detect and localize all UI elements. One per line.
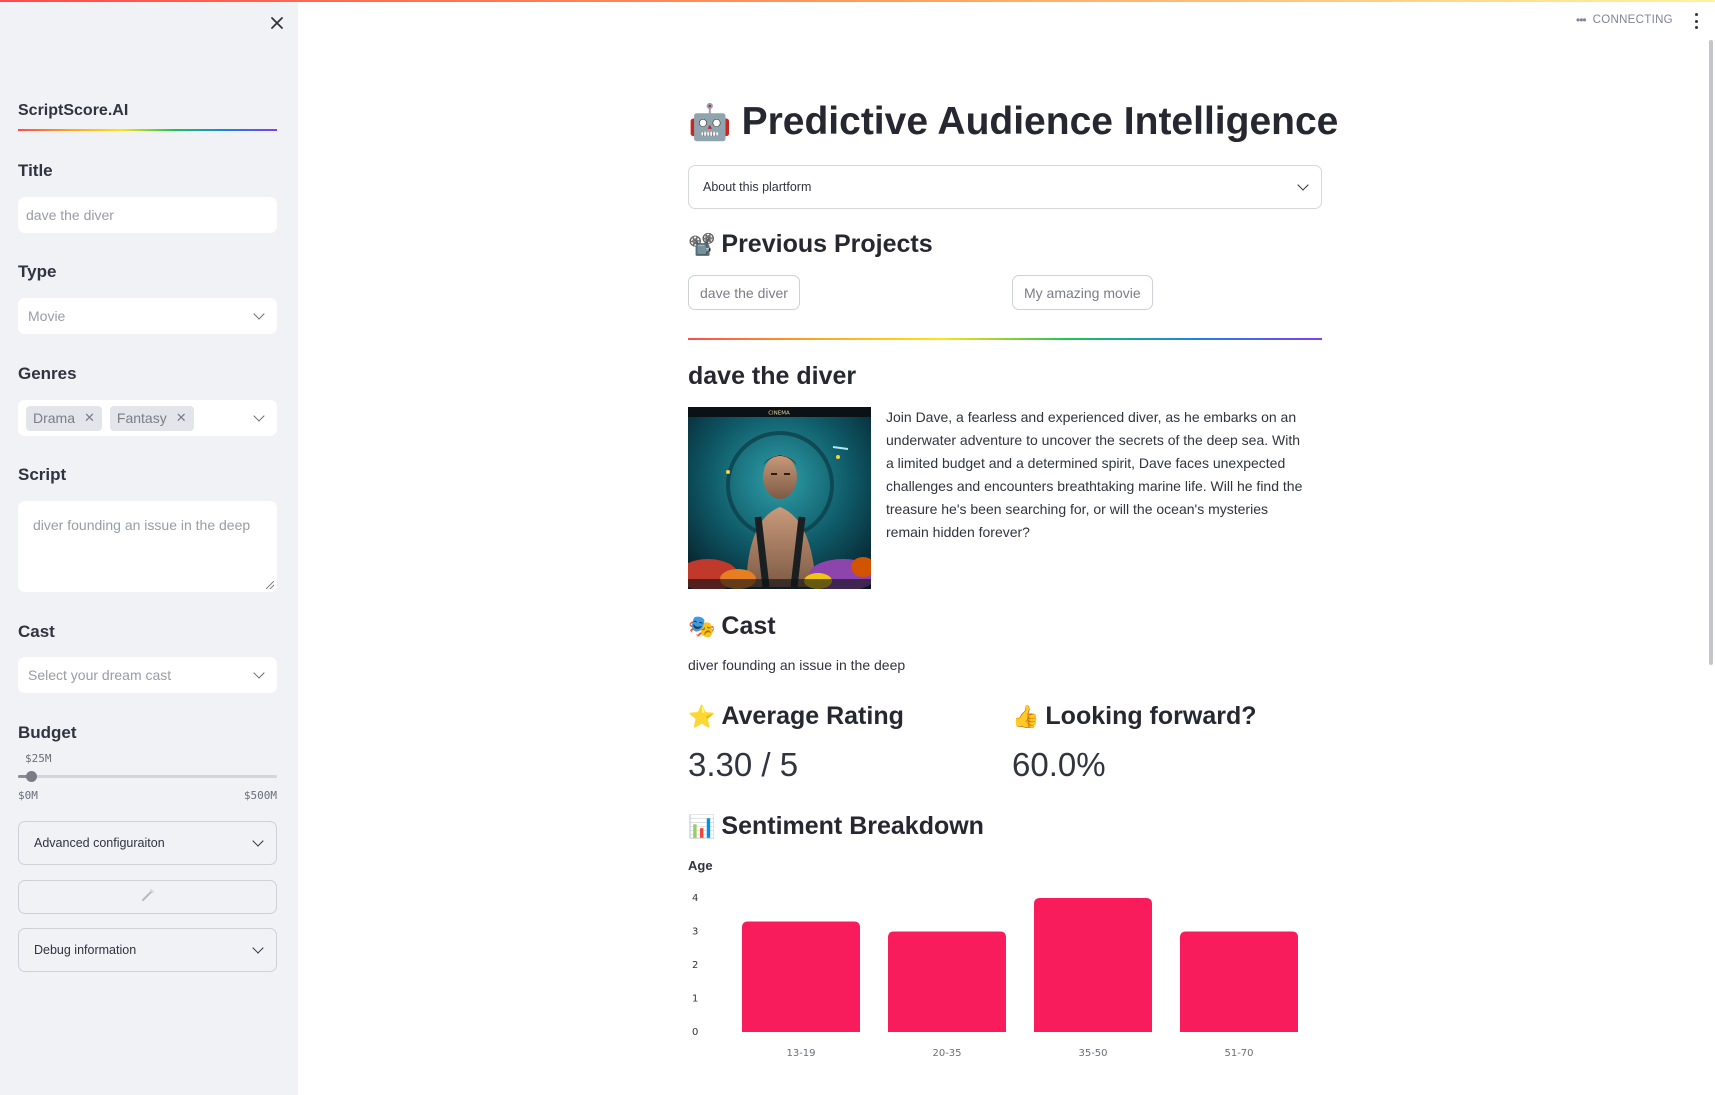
star-icon: ⭐ <box>688 703 716 729</box>
bar[interactable] <box>1180 931 1298 1033</box>
budget-slider-value: $25M <box>25 752 52 765</box>
chevron-down-icon <box>253 667 265 679</box>
section-divider <box>688 338 1322 340</box>
cast-text: diver founding an issue in the deep <box>688 657 906 673</box>
brand-divider <box>18 129 277 131</box>
robot-icon: 🤖 <box>688 102 732 142</box>
connection-status: ••• CONNECTING <box>1576 13 1673 27</box>
page-title: 🤖 Predictive Audience Intelligence <box>688 100 1338 144</box>
film-projector-icon: 📽️ <box>688 231 716 257</box>
genres-label: Genres <box>18 364 77 383</box>
chevron-down-icon <box>252 942 264 954</box>
y-tick-label: 2 <box>692 960 698 971</box>
debug-info-expander[interactable]: Debug information <box>18 928 277 972</box>
chart-y-axis-label: Age <box>688 858 713 873</box>
bar-chart-icon: 📊 <box>688 813 716 839</box>
sentiment-breakdown-heading-text: Sentiment Breakdown <box>721 812 984 840</box>
y-tick-label: 0 <box>692 1027 698 1038</box>
theater-masks-icon: 🎭 <box>688 613 716 639</box>
bar[interactable] <box>888 931 1006 1033</box>
main-menu-icon[interactable] <box>1693 13 1699 29</box>
type-select[interactable]: Movie <box>18 298 277 334</box>
looking-forward-heading-text: Looking forward? <box>1045 702 1257 730</box>
average-rating-value: 3.30 / 5 <box>688 746 799 783</box>
about-platform-label: About this plartform <box>703 180 812 194</box>
project-button[interactable]: dave the diver <box>688 275 800 310</box>
script-label: Script <box>18 465 67 484</box>
close-sidebar-icon[interactable] <box>266 12 288 34</box>
thumbs-up-icon: 👍 <box>1012 703 1040 729</box>
x-tick-label: 35-50 <box>1078 1048 1107 1059</box>
bar[interactable] <box>1034 898 1152 1032</box>
genre-tag: Drama ✕ <box>26 405 102 431</box>
resize-handle-icon[interactable] <box>266 581 274 589</box>
sentiment-bar-chart: 0 1 2 3 4 13-19 20-35 35-50 51-70 <box>692 893 1298 1059</box>
y-tick-label: 4 <box>692 893 698 904</box>
ellipsis-icon: ••• <box>1576 13 1587 27</box>
sidebar: ScriptScore.AI Title dave the diver Type… <box>0 0 298 1095</box>
connection-status-text: CONNECTING <box>1592 14 1673 26</box>
project-title: dave the diver <box>688 362 857 390</box>
about-platform-expander[interactable]: About this plartform <box>688 165 1322 209</box>
budget-label: Budget <box>18 723 77 742</box>
genre-tag: Fantasy ✕ <box>109 405 194 431</box>
debug-info-label: Debug information <box>34 943 137 957</box>
looking-forward-value: 60.0% <box>1012 746 1106 783</box>
title-input-value: dave the diver <box>26 207 114 223</box>
x-tick-label: 13-19 <box>786 1048 815 1059</box>
script-textarea-value: diver founding an issue in the deep <box>33 517 251 533</box>
chevron-down-icon <box>253 308 265 320</box>
chevron-down-icon <box>253 410 265 422</box>
sentiment-breakdown-heading: 📊 Sentiment Breakdown <box>688 812 984 841</box>
x-tick-label: 20-35 <box>932 1048 961 1059</box>
y-tick-label: 3 <box>692 927 698 938</box>
chevron-down-icon <box>252 835 264 847</box>
cast-heading-text: Cast <box>721 612 776 640</box>
previous-projects-heading-text: Previous Projects <box>721 230 933 258</box>
type-select-value: Movie <box>28 308 66 324</box>
previous-projects-heading: 📽️ Previous Projects <box>688 230 933 259</box>
title-label: Title <box>18 161 53 180</box>
generate-button[interactable] <box>18 880 277 914</box>
budget-slider-max: $500M <box>243 789 277 802</box>
bar[interactable] <box>742 921 860 1032</box>
pencil-icon <box>140 887 156 908</box>
budget-slider[interactable] <box>18 771 277 782</box>
genre-tag-label: Fantasy <box>116 410 167 426</box>
genres-multiselect[interactable]: Drama ✕ Fantasy ✕ <box>18 400 277 436</box>
project-button[interactable]: My amazing movie <box>1012 275 1153 310</box>
cast-select-placeholder: Select your dream cast <box>28 667 172 683</box>
page-scrollbar[interactable] <box>1709 40 1713 665</box>
cast-heading: 🎭 Cast <box>688 612 776 641</box>
y-tick-label: 1 <box>692 994 698 1005</box>
cast-select[interactable]: Select your dream cast <box>18 657 277 693</box>
movie-poster-image: CINEMA <box>688 407 871 589</box>
average-rating-heading-text: Average Rating <box>721 702 904 730</box>
budget-slider-thumb[interactable] <box>25 771 37 782</box>
script-textarea[interactable]: diver founding an issue in the deep <box>18 501 277 592</box>
project-synopsis: Join Dave, a fearless and experienced di… <box>886 409 1303 540</box>
brand-title: ScriptScore.AI <box>18 102 129 119</box>
page-title-text: Predictive Audience Intelligence <box>741 100 1339 143</box>
type-label: Type <box>18 262 57 281</box>
remove-tag-icon[interactable]: ✕ <box>176 410 187 426</box>
genre-tag-label: Drama <box>33 410 76 426</box>
budget-slider-min: $0M <box>18 789 38 802</box>
poster-caption: CINEMA <box>768 411 790 417</box>
looking-forward-heading: 👍 Looking forward? <box>1012 702 1257 731</box>
advanced-config-label: Advanced configuraiton <box>34 836 165 850</box>
chevron-down-icon <box>1297 179 1309 191</box>
advanced-config-expander[interactable]: Advanced configuraiton <box>18 821 277 865</box>
title-input[interactable]: dave the diver <box>18 197 277 233</box>
x-tick-label: 51-70 <box>1224 1048 1253 1059</box>
cast-label: Cast <box>18 622 55 641</box>
average-rating-heading: ⭐ Average Rating <box>688 702 904 731</box>
top-progress-line <box>0 0 1715 2</box>
remove-tag-icon[interactable]: ✕ <box>84 410 95 426</box>
